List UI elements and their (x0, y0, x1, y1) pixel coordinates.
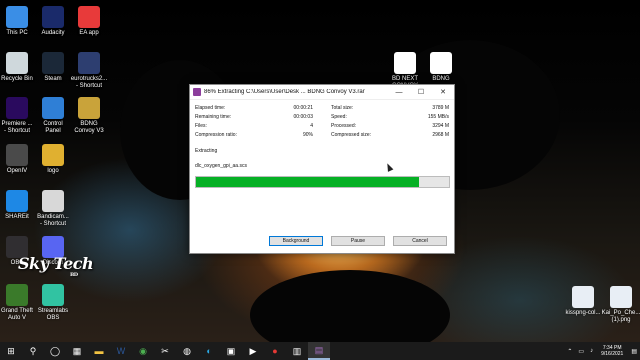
png-file-icon (572, 286, 594, 308)
processed-label: Processed: (331, 123, 357, 129)
gta-icon (6, 284, 28, 306)
desktop-icon-label: BDNG (432, 76, 450, 82)
chrome-icon[interactable]: ◉ (132, 342, 154, 360)
search-icon[interactable]: ⚲ (22, 342, 44, 360)
elapsed-time-value: 00:00:21 (293, 105, 313, 111)
desktop-icon[interactable]: BDNG (418, 52, 464, 83)
cancel-button[interactable]: Cancel (393, 236, 447, 246)
file-explorer-icon[interactable]: ▬ (88, 342, 110, 360)
total-size-value: 3789 M (432, 105, 449, 111)
files-value: 4 (310, 123, 313, 129)
stat-row: Files: 4 Processed: 3294 M (195, 122, 449, 131)
capcut-icon[interactable]: ✂ (154, 342, 176, 360)
desktop-icon[interactable]: Kai_Po_Che... (1).png (598, 286, 640, 324)
desktop-icon-label: Kai_Po_Che... (1).png (601, 310, 640, 323)
desktop-icon-label: logo (47, 168, 59, 174)
stat-row: Compression ratio: 90% Compressed size: … (195, 131, 449, 140)
extraction-stats: Elapsed time: 00:00:21 Total size: 3789 … (195, 104, 449, 140)
euro-truck-icon (78, 52, 100, 74)
audacity-icon (42, 6, 64, 28)
desktop-icon-label: BDNG Convoy V3 (74, 121, 104, 134)
taskbar-items: ⊞ ⚲ ◯ ▦ ▬ W ◉ ✂ ◍ ◐ ▣ ▶ ● ▥ ▤ (0, 342, 330, 360)
winrar-icon (193, 88, 201, 96)
streamlabs-icon (42, 284, 64, 306)
control-panel-icon (42, 97, 64, 119)
speed-value: 155 MB/s (427, 114, 449, 120)
close-button[interactable]: ✕ (432, 85, 454, 99)
watermark-sub: BD (70, 272, 78, 278)
stat-row: Remaining time: 00:00:03 Speed: 155 MB/s (195, 113, 449, 122)
desktop-icon[interactable]: Streamlabs OBS (30, 284, 76, 322)
chevron-up-icon[interactable]: ⌃ (567, 348, 572, 355)
task-manager-icon[interactable]: ▥ (286, 342, 308, 360)
desktop-icon[interactable]: BDNG Convoy V3 (66, 97, 112, 135)
widgets-icon[interactable]: ▦ (66, 342, 88, 360)
computer-icon (6, 6, 28, 28)
document-icon (430, 52, 452, 74)
dialog-title: 86% Extracting C:\Users\User\Desk ... BD… (204, 89, 365, 95)
extraction-dialog: 86% Extracting C:\Users\User\Desk ... BD… (189, 84, 455, 254)
compressed-size-value: 2968 M (432, 132, 449, 138)
openiv-icon (6, 144, 28, 166)
word-icon[interactable]: W (110, 342, 132, 360)
remaining-time-label: Remaining time: (195, 114, 232, 120)
shareit-icon (6, 190, 28, 212)
clock[interactable]: 7:34 PM 9/16/2021 (601, 345, 623, 357)
desktop-icon[interactable]: EA app (66, 6, 112, 37)
desktop-icon-label: Streamlabs OBS (37, 308, 69, 321)
edge-icon[interactable]: ◐ (198, 342, 220, 360)
winrar-icon[interactable]: ▤ (308, 342, 330, 360)
photos-icon[interactable]: ▣ (220, 342, 242, 360)
status-text: Extracting (195, 148, 218, 154)
wallpaper-ground-silhouette (250, 270, 450, 342)
start-windows-icon[interactable]: ⊞ (0, 342, 22, 360)
notifications-icon[interactable]: ▤ (631, 348, 637, 355)
premiere-icon (6, 97, 28, 119)
steam-icon (42, 52, 64, 74)
minimize-button[interactable]: — (388, 85, 410, 99)
maximize-button[interactable]: ☐ (410, 85, 432, 99)
elapsed-time-label: Elapsed time: (195, 105, 226, 111)
background-button[interactable]: Background (269, 236, 323, 246)
desktop-icon-label: Bandicam... - Shortcut (37, 214, 69, 227)
recycle-bin-icon (6, 52, 28, 74)
progress-bar-fill (196, 177, 419, 187)
stat-row: Elapsed time: 00:00:21 Total size: 3789 … (195, 104, 449, 113)
desktop-icon-label: eurotrucks2... - Shortcut (70, 76, 108, 89)
clock-date: 9/16/2021 (601, 351, 624, 357)
obs-record-icon[interactable]: ● (264, 342, 286, 360)
image-file-icon (42, 144, 64, 166)
compression-ratio-label: Compression ratio: (195, 132, 237, 138)
taskbar: ⊞ ⚲ ◯ ▦ ▬ W ◉ ✂ ◍ ◐ ▣ ▶ ● ▥ ▤ ⌃ ▭ ♪ 7:34 PM 9/16/2021 … (0, 342, 640, 360)
task-view-icon[interactable]: ◯ (44, 342, 66, 360)
volume-icon[interactable]: ♪ (590, 348, 593, 354)
desktop-icon[interactable]: eurotrucks2... - Shortcut (66, 52, 112, 90)
progress-bar (195, 176, 450, 188)
steam-icon[interactable]: ◍ (176, 342, 198, 360)
remaining-time-value: 00:00:03 (293, 114, 313, 120)
system-tray: ⌃ ▭ ♪ 7:34 PM 9/16/2021 ▤ (564, 342, 640, 360)
document-icon (394, 52, 416, 74)
media-player-icon[interactable]: ▶ (242, 342, 264, 360)
total-size-label: Total size: (331, 105, 354, 111)
current-file-name: dlc_oxygen_gpi_aa.scs (195, 163, 247, 169)
ea-icon (78, 6, 100, 28)
compressed-size-label: Compressed size: (331, 132, 372, 138)
desktop-icon-label: EA app (79, 30, 99, 36)
processed-value: 3294 M (432, 123, 449, 129)
watermark-text: Sky Tech (18, 254, 94, 273)
png-file-icon (610, 286, 632, 308)
dialog-titlebar[interactable]: 86% Extracting C:\Users\User\Desk ... BD… (190, 85, 454, 100)
files-label: Files: (195, 123, 207, 129)
speed-label: Speed: (331, 114, 347, 120)
network-icon[interactable]: ▭ (578, 348, 584, 355)
compression-ratio-value: 90% (302, 132, 313, 138)
bandicam-icon (42, 190, 64, 212)
watermark-sky-tech: Sky Tech BD (18, 254, 94, 278)
winrar-archive-icon (78, 97, 100, 119)
pause-button[interactable]: Pause (331, 236, 385, 246)
desktop-icon[interactable]: Bandicam... - Shortcut (30, 190, 76, 228)
desktop-icon[interactable]: logo (30, 144, 76, 175)
